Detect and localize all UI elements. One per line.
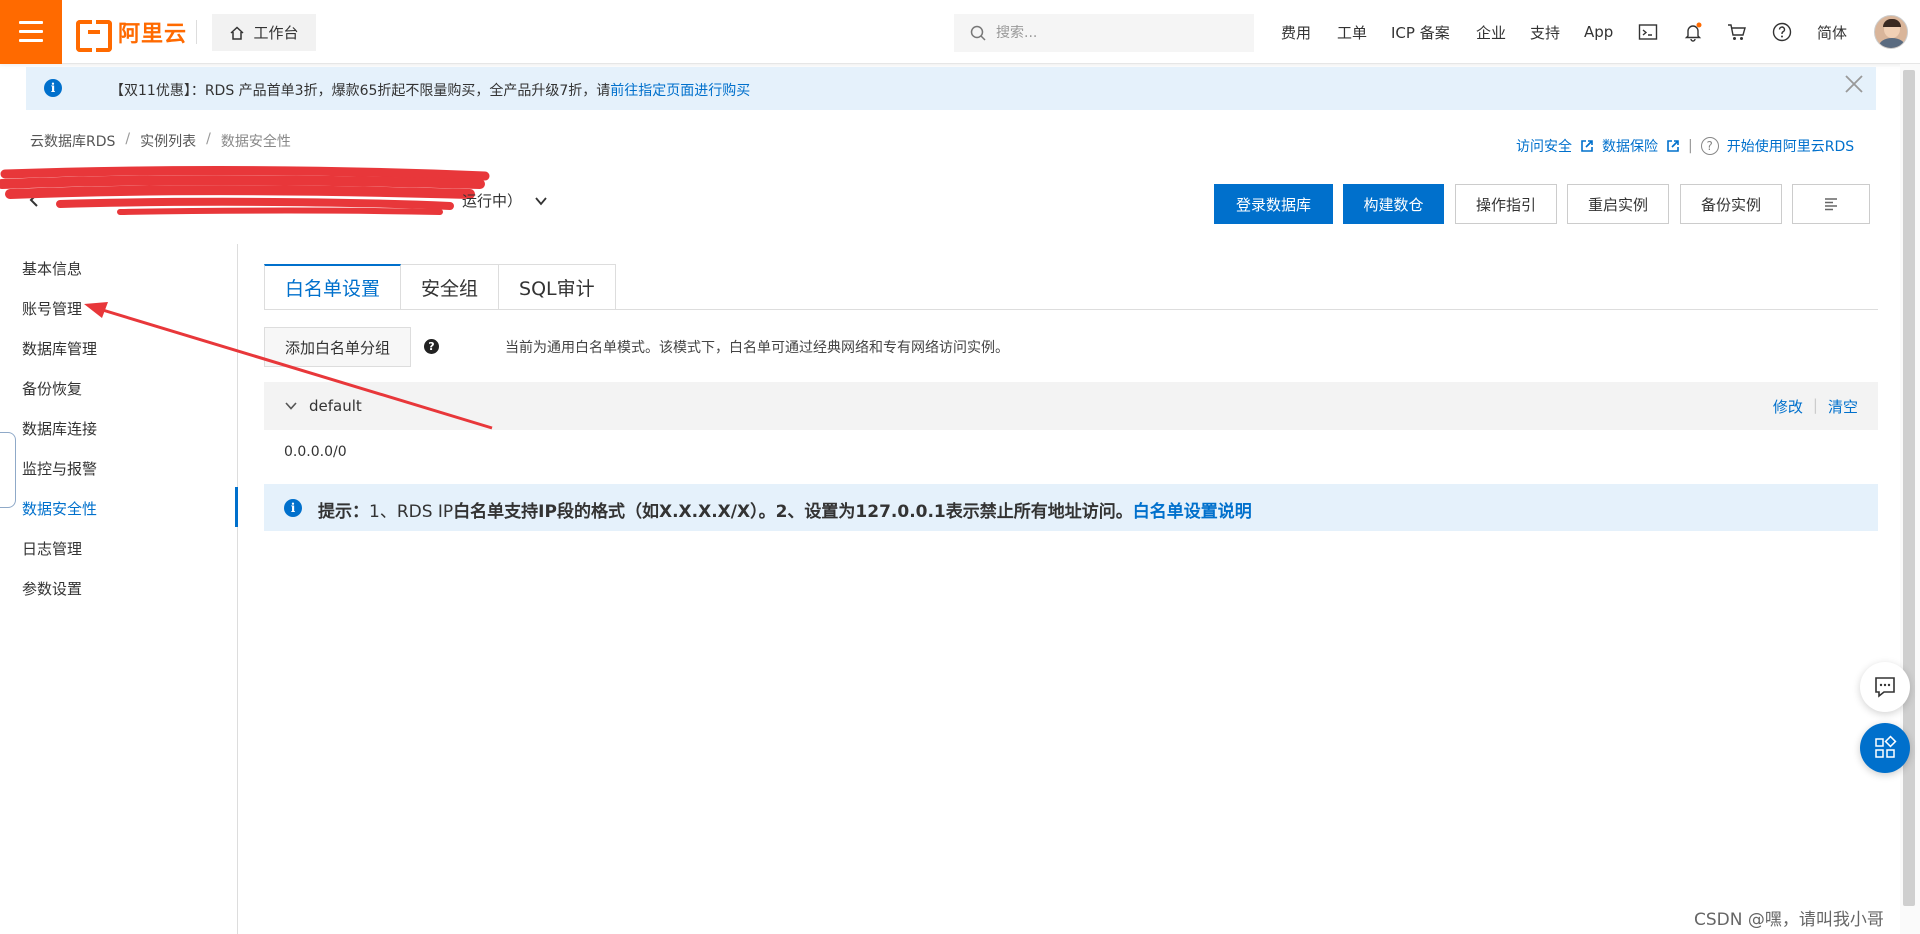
sidebar-item-data-security[interactable]: 数据安全性 [22,498,97,519]
page-scrollbar-thumb[interactable] [1903,70,1915,906]
edit-link[interactable]: 修改 [1773,396,1803,417]
nav-icp[interactable]: ICP 备案 [1391,0,1450,64]
redaction-scribble [0,166,490,215]
whitelist-ip: 0.0.0.0/0 [284,444,347,460]
tab-bar: 白名单设置 安全组 SQL审计 [264,264,616,310]
promo-link[interactable]: 前往指定页面进行购买 [610,83,750,99]
whitelist-help-link[interactable]: 白名单设置说明 [1133,502,1252,522]
group-name: default [309,397,362,415]
info-icon: i [284,499,302,517]
tip-banner: i 提示：1、RDS IP白名单支持IP段的格式（如X.X.X.X/X）。2、设… [264,484,1878,531]
breadcrumb-rds[interactable]: 云数据库RDS [30,131,115,151]
whitelist-group-header: default 修改 | 清空 [264,382,1878,430]
external-link-icon [1581,140,1593,152]
access-security-link[interactable]: 访问安全 [1516,136,1572,156]
sidebar-item-backup[interactable]: 备份恢复 [22,378,82,399]
sidebar-active-indicator [235,487,238,527]
chevron-down-icon [535,196,547,205]
promo-banner: i 【双11优惠】：RDS 产品首单3折，爆款65折起不限量购买，全产品升级7折… [26,67,1876,110]
aliyun-logo[interactable]: 阿里云 [76,16,188,52]
more-menu-button[interactable] [1792,184,1870,224]
nav-support[interactable]: 支持 [1530,0,1560,64]
nav-app[interactable]: App [1584,0,1613,64]
search-input[interactable] [996,25,1236,41]
chat-icon [1875,677,1895,698]
divider [196,20,197,44]
watermark: CSDN @嘿，请叫我小哥 [1694,910,1884,930]
breadcrumb-instances[interactable]: 实例列表 [140,131,196,151]
top-bar: 阿里云 工作台 费用 工单 ICP 备案 企业 支持 App 简体 [0,0,1920,64]
promo-prefix: 【双11优惠】：RDS 产品首单3折，爆款65折起不限量购买，全产品升级7折，请 [110,83,611,99]
get-started-link[interactable]: 开始使用阿里云RDS [1727,136,1854,156]
tab-security-group[interactable]: 安全组 [401,264,500,310]
login-database-button[interactable]: 登录数据库 [1214,184,1333,224]
group-actions: 修改 | 清空 [1773,396,1858,417]
nav-enterprise[interactable]: 企业 [1476,0,1506,64]
add-whitelist-group-button[interactable]: 添加白名单分组 [264,327,411,367]
question-icon: ? [1700,137,1719,155]
backup-instance-button[interactable]: 备份实例 [1680,184,1782,224]
nav-tickets[interactable]: 工单 [1337,0,1367,64]
tab-underline [264,309,1878,310]
breadcrumb: 云数据库RDS / 实例列表 / 数据安全性 [30,131,291,151]
breadcrumb-separator: / [125,131,131,147]
bell-icon[interactable] [1683,22,1703,42]
sidebar-collapse-handle[interactable] [0,432,16,508]
apps-button[interactable] [1860,723,1910,773]
sidebar-item-monitoring[interactable]: 监控与报警 [22,458,97,479]
breadcrumb-separator: / [206,131,211,147]
workbench-label: 工作台 [253,24,299,42]
instance-status-text: 运行中） [462,192,523,210]
apps-grid-icon [1875,735,1897,758]
chevron-down-icon[interactable] [284,399,298,413]
help-icon[interactable]: ? [424,339,439,354]
feedback-button[interactable] [1860,662,1910,712]
user-avatar[interactable] [1874,15,1908,49]
language-switch[interactable]: 简体 [1817,0,1847,64]
link-separator: | [1688,138,1693,154]
restart-instance-button[interactable]: 重启实例 [1567,184,1669,224]
search-box[interactable] [954,14,1254,52]
aliyun-logo-icon [76,20,112,52]
operation-guide-button[interactable]: 操作指引 [1455,184,1557,224]
sidebar-item-connection[interactable]: 数据库连接 [22,418,97,439]
nav-fees[interactable]: 费用 [1281,0,1311,64]
cart-icon[interactable] [1727,22,1747,42]
sidebar-item-logs[interactable]: 日志管理 [22,538,82,559]
logo-text: 阿里云 [118,22,188,47]
promo-text: 【双11优惠】：RDS 产品首单3折，爆款65折起不限量购买，全产品升级7折，请… [110,80,750,100]
terminal-icon[interactable] [1638,22,1658,42]
instance-status[interactable]: 运行中） [462,190,548,211]
close-icon[interactable] [1842,72,1866,96]
list-icon [1825,198,1837,211]
home-icon [230,25,244,40]
data-protection-link[interactable]: 数据保险 [1602,136,1658,156]
tab-whitelist[interactable]: 白名单设置 [264,264,402,310]
tab-sql-audit[interactable]: SQL审计 [499,264,616,310]
search-icon [970,25,986,41]
action-separator: | [1812,396,1818,414]
tip-text: 提示：1、RDS IP白名单支持IP段的格式（如X.X.X.X/X）。2、设置为… [318,502,1252,522]
build-warehouse-button[interactable]: 构建数仓 [1343,184,1444,224]
sidebar-item-parameters[interactable]: 参数设置 [22,578,82,599]
sidebar-item-accounts[interactable]: 账号管理 [22,298,82,319]
clear-link[interactable]: 清空 [1828,396,1858,417]
menu-icon[interactable] [0,0,62,64]
breadcrumb-current: 数据安全性 [220,134,291,150]
sidebar-item-basic-info[interactable]: 基本信息 [22,258,82,279]
sidebar-item-databases[interactable]: 数据库管理 [22,338,97,359]
help-icon[interactable] [1772,22,1792,42]
workbench-button[interactable]: 工作台 [212,14,316,51]
top-links: 访问安全 数据保险 | ? 开始使用阿里云RDS [1516,136,1854,156]
external-link-icon [1667,140,1679,152]
whitelist-mode-text: 当前为通用白名单模式。该模式下，白名单可通过经典网络和专有网络访问实例。 [505,340,1009,356]
info-icon: i [44,79,62,97]
